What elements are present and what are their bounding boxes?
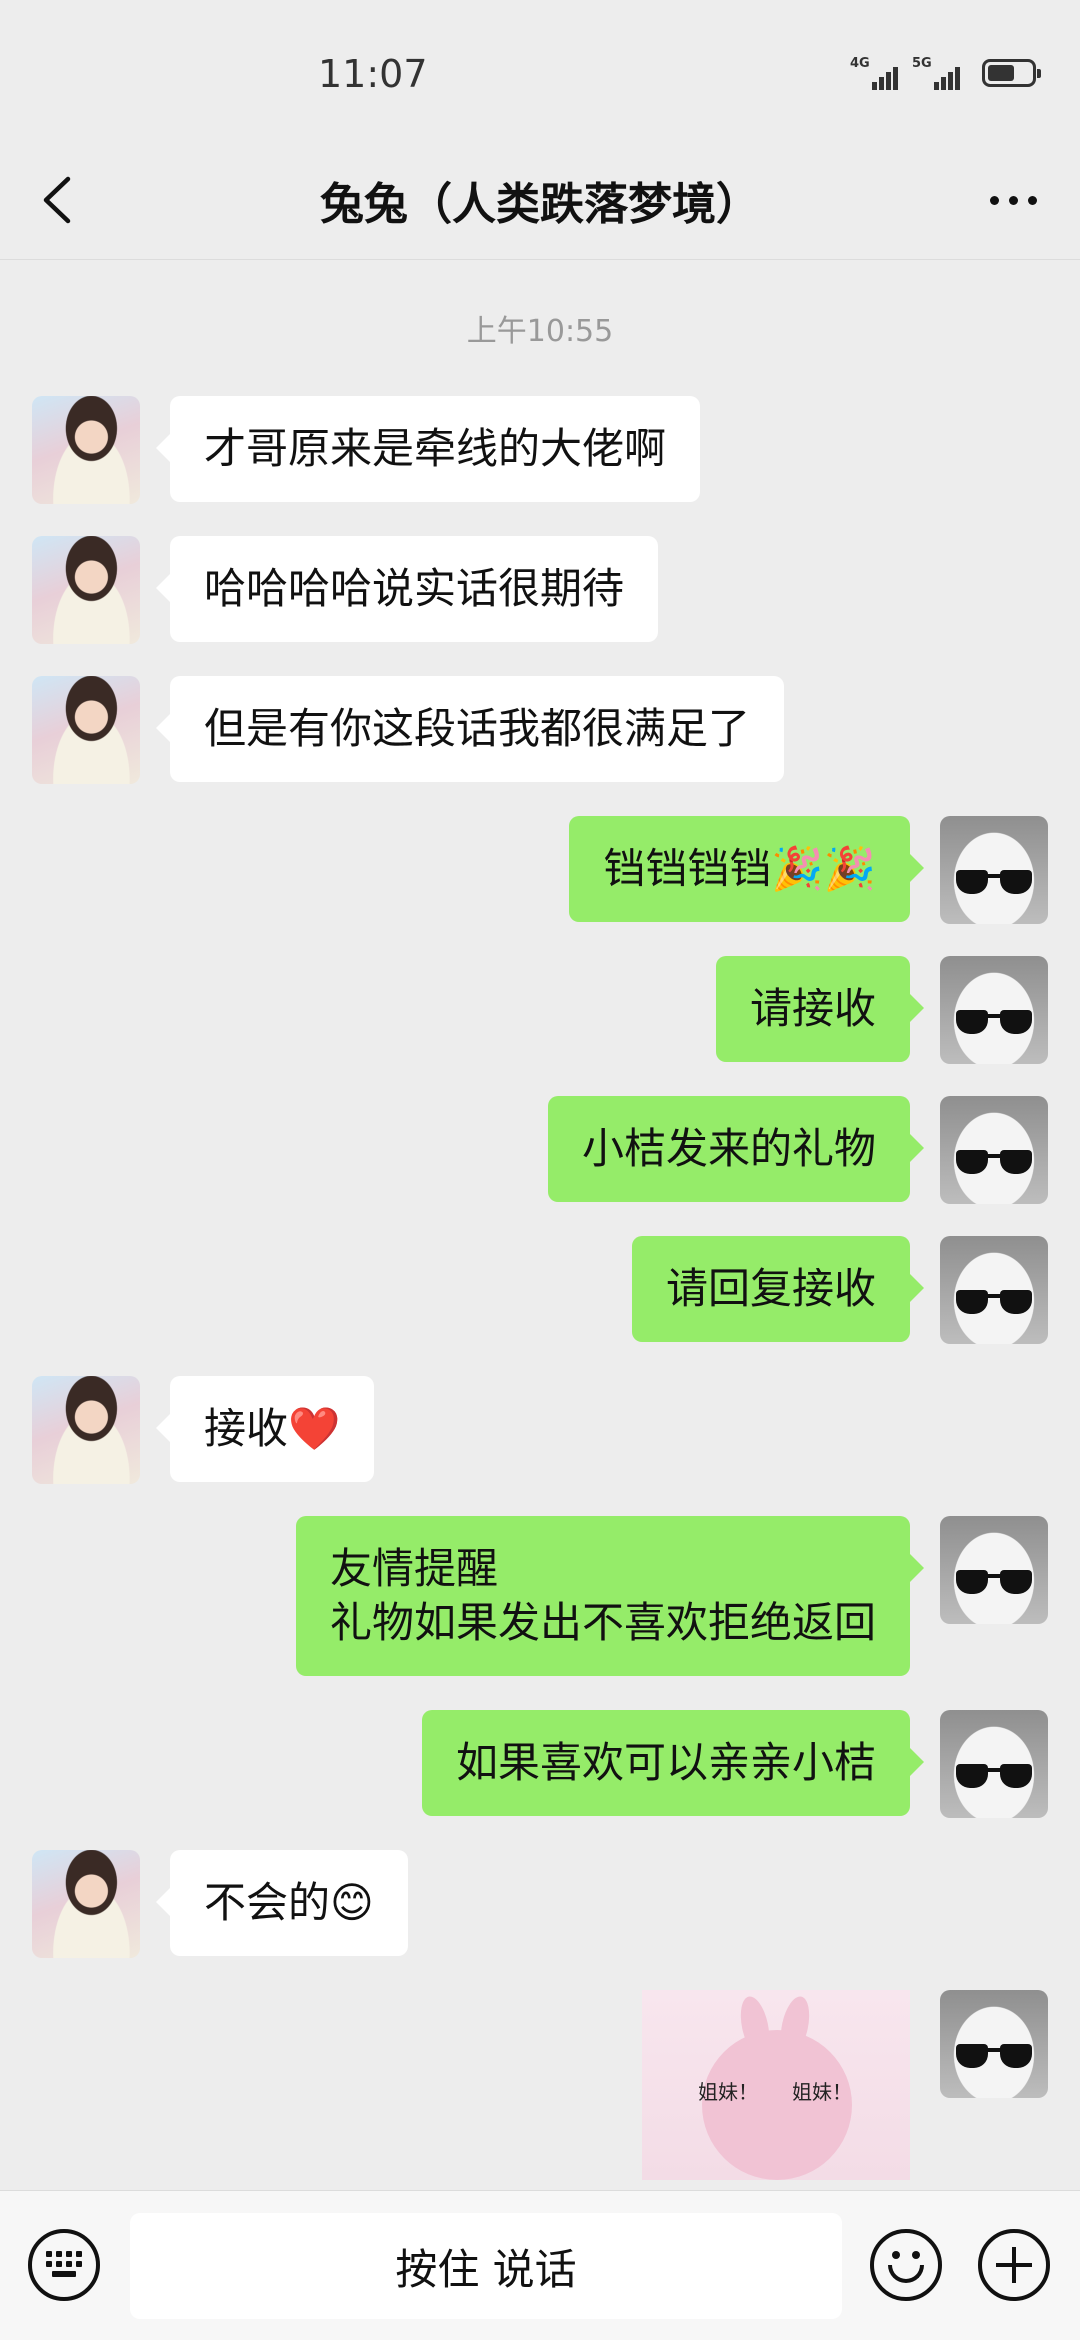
status-time: 11:07 — [318, 52, 428, 96]
input-bar: 按住 说话 — [0, 2190, 1080, 2340]
my-avatar[interactable] — [940, 956, 1048, 1064]
message-bubble[interactable]: 如果喜欢可以亲亲小桔 — [421, 1710, 925, 1816]
sticker-text: 姐妹！ — [792, 2080, 852, 2104]
message-bubble[interactable]: 铛铛铛铛🎉🎉 — [569, 816, 924, 922]
message-bubble[interactable]: 友情提醒 礼物如果发出不喜欢拒绝返回 — [295, 1516, 925, 1676]
battery-icon — [982, 59, 1041, 87]
chat-header: 兔兔（人类跌落梦境） — [0, 140, 1080, 260]
my-avatar[interactable] — [940, 1516, 1048, 1624]
back-button[interactable] — [22, 164, 94, 236]
chat-title: 兔兔（人类跌落梦境） — [320, 179, 760, 230]
signal-4g-icon: 4G — [850, 56, 898, 90]
message-bubble[interactable]: 请回复接收 — [631, 1236, 925, 1342]
signal-5g-icon: 5G — [912, 56, 960, 90]
message-line: 礼物如果发出不喜欢拒绝返回 — [329, 1598, 876, 1647]
sticker-image[interactable]: 姐妹！ 姐妹！ — [642, 1990, 910, 2180]
emoji-button[interactable] — [870, 2229, 942, 2301]
emoji-icon — [892, 2251, 900, 2259]
message-bubble[interactable]: 不会的😊 — [156, 1850, 408, 1956]
more-button[interactable] — [968, 164, 1058, 236]
message-bubble[interactable]: 才哥原来是牵线的大佬啊 — [155, 396, 701, 502]
status-icons: 4G 5G — [850, 56, 1041, 90]
my-avatar[interactable] — [940, 816, 1048, 924]
friend-avatar[interactable] — [32, 1850, 140, 1958]
my-avatar[interactable] — [940, 1096, 1048, 1204]
friend-avatar[interactable] — [32, 1376, 140, 1484]
message-bubble[interactable]: 小桔发来的礼物 — [547, 1096, 925, 1202]
friend-avatar[interactable] — [32, 676, 140, 784]
hold-to-talk-button[interactable]: 按住 说话 — [130, 2213, 842, 2319]
more-actions-button[interactable] — [978, 2229, 1050, 2301]
message-line: 友情提醒 — [329, 1544, 498, 1593]
more-dots-icon — [989, 195, 999, 205]
message-timestamp: 上午10:55 — [466, 314, 614, 349]
status-bar: 11:07 4G 5G — [0, 0, 1080, 140]
message-bubble[interactable]: 但是有你这段话我都很满足了 — [155, 676, 785, 782]
friend-avatar[interactable] — [32, 396, 140, 504]
message-bubble[interactable]: 接收❤️ — [155, 1376, 375, 1482]
my-avatar[interactable] — [940, 1710, 1048, 1818]
message-bubble[interactable]: 请接收 — [715, 956, 925, 1062]
my-avatar[interactable] — [940, 1236, 1048, 1344]
keyboard-icon — [46, 2251, 82, 2279]
my-avatar[interactable] — [940, 1990, 1048, 2098]
chevron-left-icon — [43, 176, 71, 224]
keyboard-toggle-button[interactable] — [28, 2229, 100, 2301]
chat-screen: 11:07 4G 5G 兔兔（人类跌落梦境） 上午10:55 才哥原来是牵线的大… — [0, 0, 1080, 2340]
sticker-text: 姐妹！ — [698, 2080, 758, 2104]
message-bubble[interactable]: 哈哈哈哈说实话很期待 — [155, 536, 659, 642]
friend-avatar[interactable] — [32, 536, 140, 644]
